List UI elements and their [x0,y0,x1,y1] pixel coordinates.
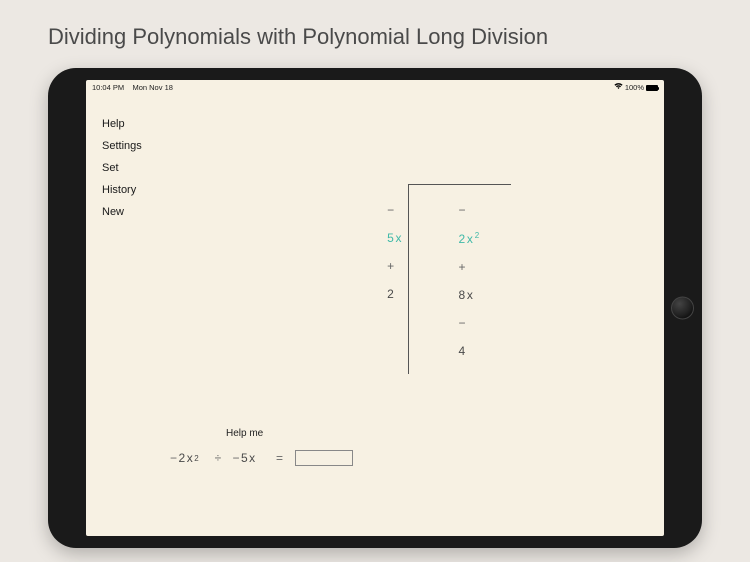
divisor: − 5x + 2 [346,189,408,315]
status-right: 100% [614,83,658,92]
menu-new[interactable]: New [102,206,142,218]
menu-history[interactable]: History [102,184,142,196]
prompt-minus2: − [232,451,241,465]
prompt-equals-sign: = [276,451,285,465]
help-me-button[interactable]: Help me [226,428,263,439]
prompt-divide-sign: ÷ [215,451,223,465]
dividend-minus-sign: − [458,203,467,217]
menu: Help Settings Set History New [102,118,142,218]
dividend-plus-sign: + [458,260,467,274]
page-title: Dividing Polynomials with Polynomial Lon… [48,24,548,50]
battery-pct: 100% [625,83,644,92]
divisor-5x: 5x [387,231,403,245]
prompt-row: − 2x2 ÷ − 5x = [170,450,353,466]
status-left: 10:04 PM Mon Nov 18 [92,83,173,92]
prompt-minus: − [170,451,179,465]
dividend-exp: 2 [475,231,481,240]
dividend-8x: 8x [458,288,474,302]
tablet-frame: 10:04 PM Mon Nov 18 100% Help Settings S… [48,68,702,548]
prompt-2x: 2x [179,451,195,465]
dividend: − 2x2 + 8x − 4 [408,184,511,374]
app-screen: 10:04 PM Mon Nov 18 100% Help Settings S… [86,80,664,536]
status-date: Mon Nov 18 [132,83,172,92]
divisor-2: 2 [387,287,395,301]
dividend-4: 4 [458,344,466,358]
menu-help[interactable]: Help [102,118,142,130]
status-bar: 10:04 PM Mon Nov 18 100% [92,83,658,92]
wifi-icon [614,83,623,92]
menu-settings[interactable]: Settings [102,140,142,152]
status-time: 10:04 PM [92,83,124,92]
dividend-2x: 2x [458,232,474,246]
dividend-minus2-sign: − [458,316,467,330]
prompt-5x: 5x [241,451,257,465]
answer-input[interactable] [295,450,353,466]
menu-set[interactable]: Set [102,162,142,174]
home-button[interactable] [671,297,694,320]
divisor-minus-sign: − [387,203,396,217]
battery-icon [646,85,658,91]
long-division: − 5x + 2 − 2x2 + 8x − 4 [346,184,511,374]
divisor-plus-sign: + [387,259,396,273]
